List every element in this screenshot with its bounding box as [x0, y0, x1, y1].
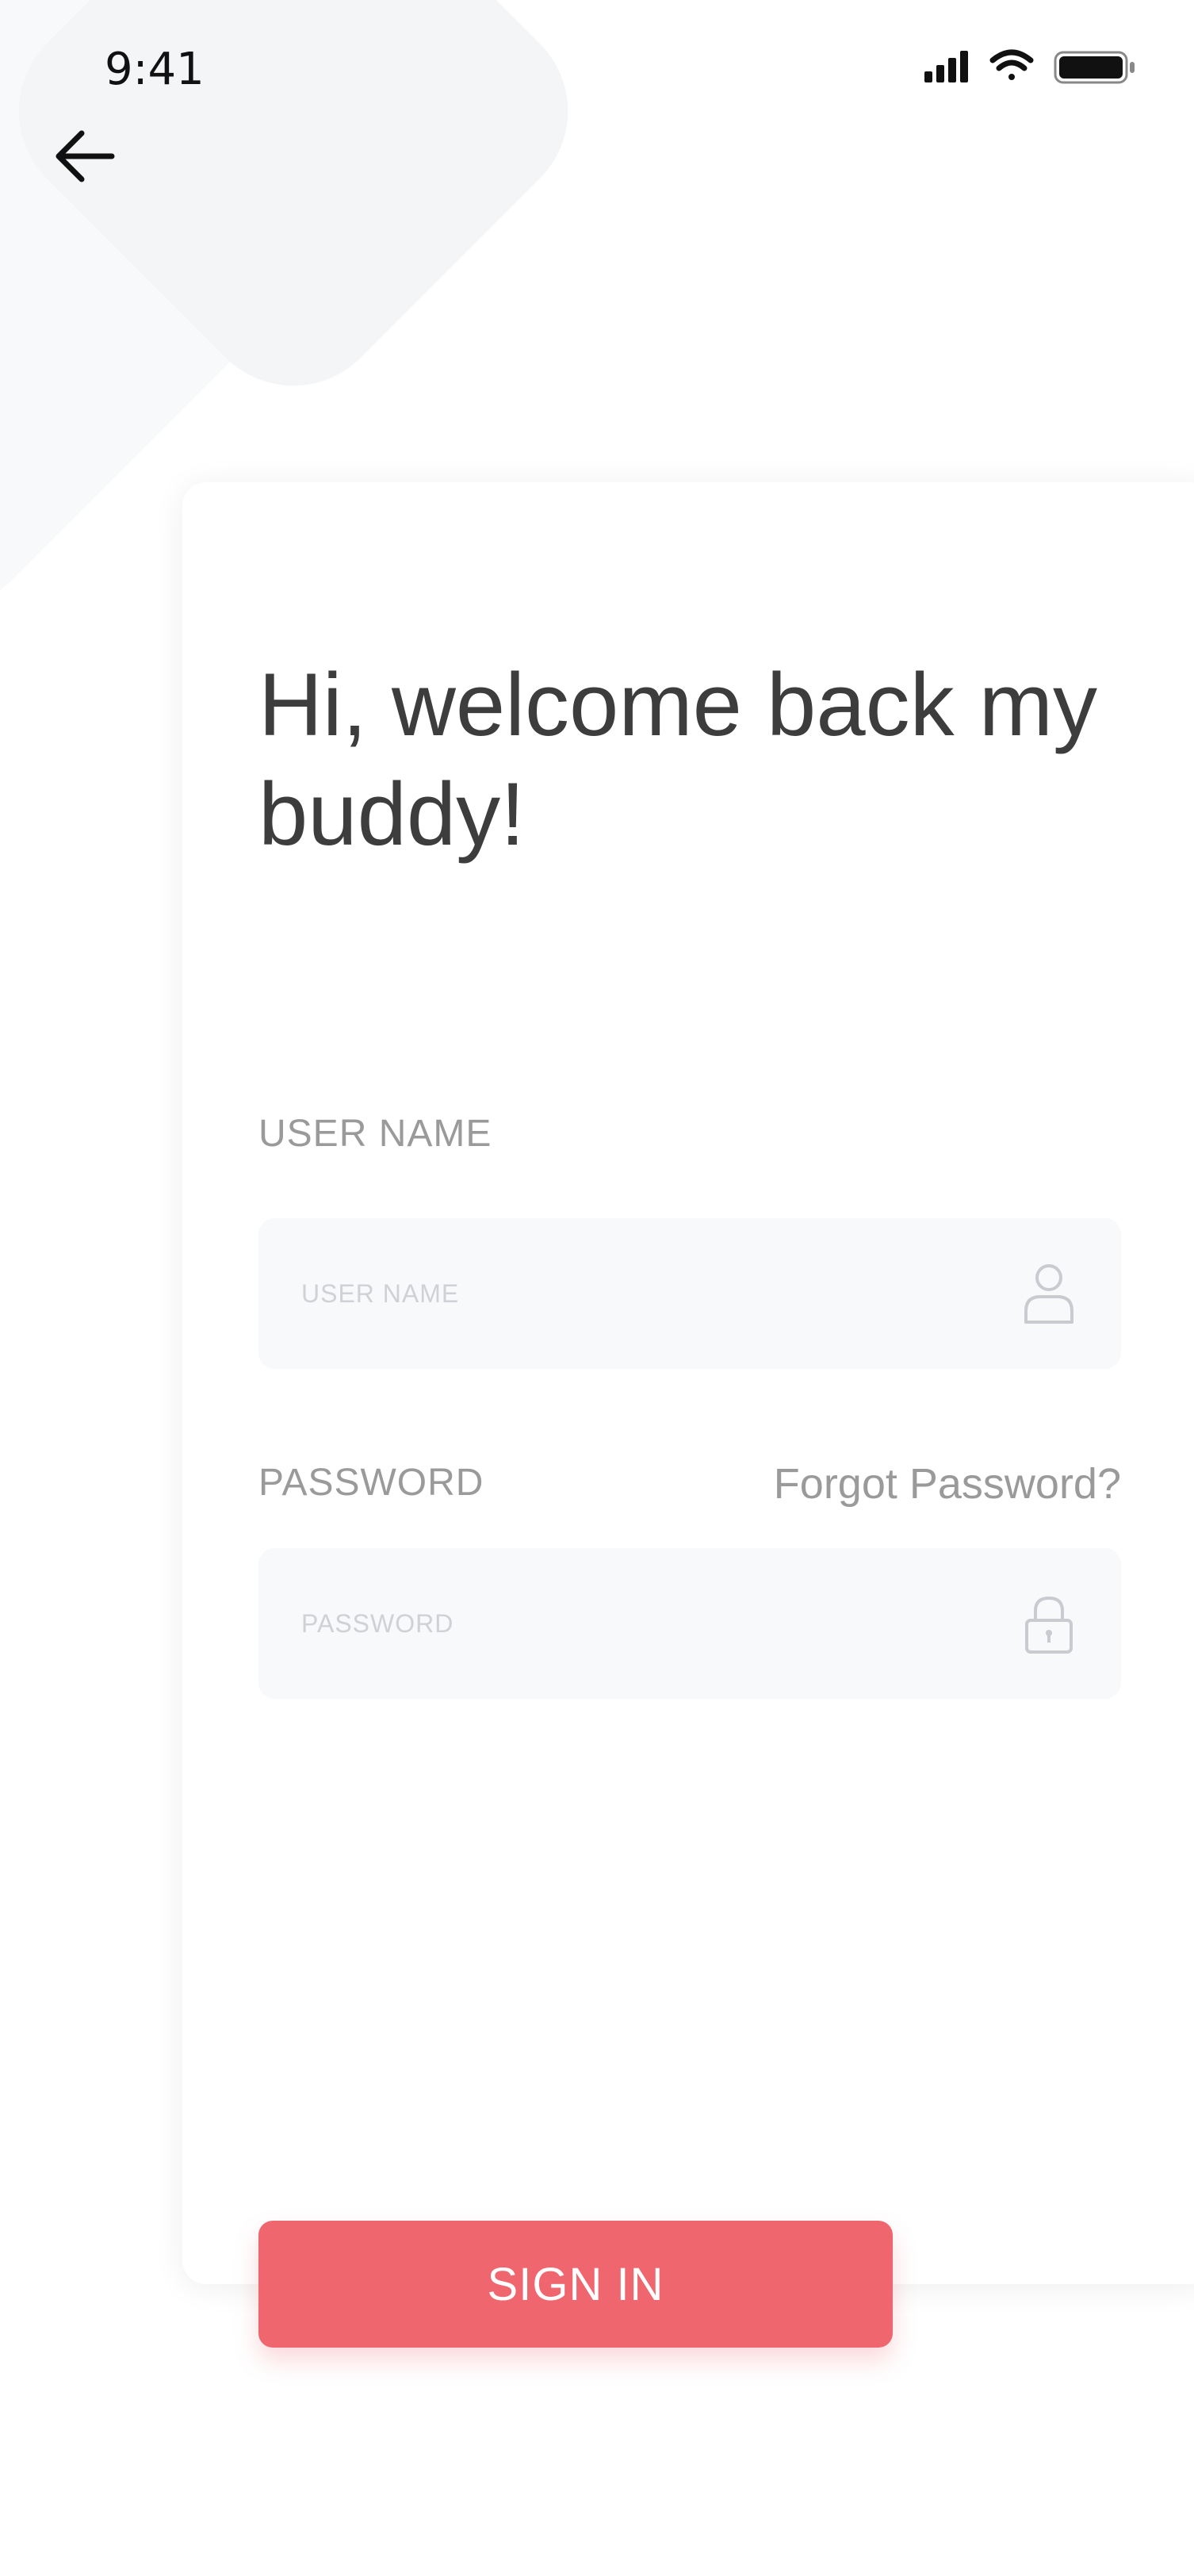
username-input[interactable]	[301, 1218, 1015, 1369]
status-time: 9:41	[105, 44, 205, 95]
wifi-icon	[989, 49, 1034, 80]
lock-icon	[1025, 1596, 1073, 1654]
password-label: PASSWORD	[258, 1462, 484, 1504]
welcome-title: Hi, welcome back my buddy!	[258, 655, 1098, 864]
battery-icon	[1054, 51, 1135, 84]
status-icons	[924, 49, 1135, 84]
cellular-signal-icon	[924, 51, 968, 82]
password-input[interactable]	[301, 1548, 1015, 1699]
sign-in-button[interactable]: SIGN IN	[258, 2221, 893, 2348]
password-field[interactable]	[258, 1548, 1121, 1699]
arrow-left-icon	[55, 130, 115, 182]
username-field[interactable]	[258, 1218, 1121, 1369]
username-label: USER NAME	[258, 1113, 492, 1155]
forgot-password-link[interactable]: Forgot Password?	[774, 1459, 1121, 1508]
user-icon	[1024, 1264, 1073, 1324]
back-button[interactable]	[49, 121, 121, 192]
